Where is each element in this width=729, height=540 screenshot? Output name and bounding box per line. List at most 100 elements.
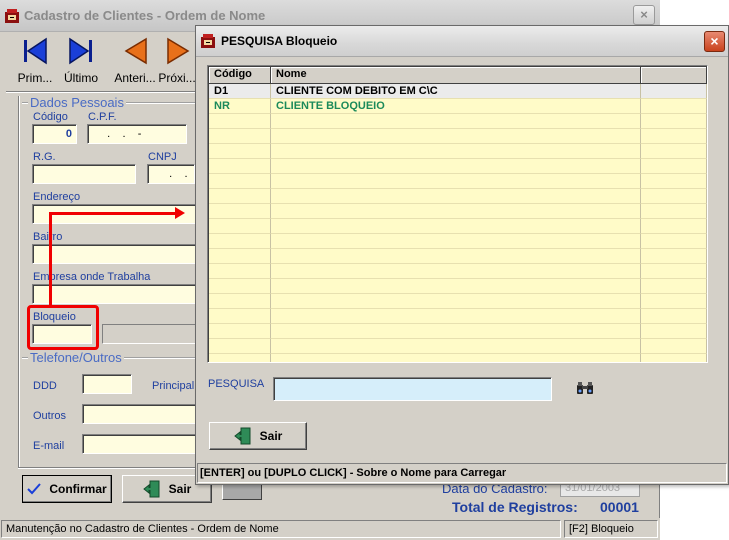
codigo-label: Código [33, 111, 68, 123]
app-icon [5, 9, 19, 23]
dados-pessoais-label: Dados Pessoais [28, 95, 126, 110]
confirmar-button[interactable]: Confirmar [22, 475, 112, 503]
bairro-label: Bairro [33, 231, 63, 243]
empty-cell [271, 144, 641, 159]
first-record-icon [24, 37, 47, 65]
empty-row [209, 189, 707, 204]
empty-cell [641, 204, 707, 219]
dialog-sair-label: Sair [259, 429, 283, 443]
dialog-close-button[interactable]: × [704, 31, 725, 52]
empty-row [209, 219, 707, 234]
empty-cell [641, 324, 707, 339]
checkmark-icon [27, 483, 42, 495]
endereco-label: Endereço [33, 191, 81, 203]
grid-header: Código Nome [209, 67, 707, 84]
annotation-arrow-line-horizontal [49, 212, 177, 215]
empty-cell [271, 279, 641, 294]
row-extra [641, 84, 707, 99]
empty-row [209, 264, 707, 279]
main-sair-label: Sair [168, 482, 192, 496]
table-row[interactable]: NR CLIENTE BLOQUEIO [209, 99, 707, 114]
next-record-label: Próxi... [158, 71, 196, 85]
empty-cell [209, 309, 271, 324]
bloqueio-description [102, 324, 196, 344]
empty-cell [271, 294, 641, 309]
empty-cell [641, 234, 707, 249]
empty-cell [641, 279, 707, 294]
empty-cell [641, 219, 707, 234]
empty-row [209, 354, 707, 362]
outros-label: Outros [33, 410, 67, 422]
empty-cell [641, 189, 707, 204]
cpf-label: C.P.F. [88, 111, 117, 123]
empty-cell [209, 219, 271, 234]
empty-cell [641, 129, 707, 144]
pesquisa-input[interactable] [273, 377, 552, 401]
next-record-button[interactable]: Próxi... [158, 36, 196, 90]
next-record-icon [167, 37, 190, 65]
exit-door-icon [233, 427, 251, 445]
email-field[interactable] [82, 434, 196, 454]
empty-cell [271, 189, 641, 204]
first-record-label: Prim... [17, 71, 53, 85]
column-header-codigo[interactable]: Código [209, 67, 271, 84]
panel-bottom-edge [18, 467, 198, 468]
empty-cell [641, 144, 707, 159]
empty-cell [209, 189, 271, 204]
principal-label: Principal [152, 380, 195, 392]
rg-label: R.G. [33, 151, 56, 163]
empty-cell [271, 264, 641, 279]
empty-row [209, 234, 707, 249]
last-record-button[interactable]: Último [58, 36, 104, 90]
dialog-app-icon [201, 34, 215, 48]
empty-row [209, 324, 707, 339]
previous-record-label: Anteri... [114, 71, 156, 85]
column-header-extra[interactable] [641, 67, 707, 84]
empty-row [209, 339, 707, 354]
cnpj-field[interactable]: . . [147, 164, 195, 184]
results-grid[interactable]: Código Nome D1 CLIENTE COM DEBITO EM C\C… [207, 65, 708, 363]
rg-field[interactable] [32, 164, 136, 184]
empty-cell [641, 159, 707, 174]
empty-cell [209, 234, 271, 249]
pesquisa-label: PESQUISA [208, 378, 265, 390]
row-nome: CLIENTE BLOQUEIO [271, 99, 641, 114]
empty-cell [209, 339, 271, 354]
empresa-field[interactable] [32, 284, 196, 304]
table-row[interactable]: D1 CLIENTE COM DEBITO EM C\C [209, 84, 707, 99]
empty-cell [209, 204, 271, 219]
empty-cell [271, 129, 641, 144]
column-header-nome[interactable]: Nome [271, 67, 641, 84]
empty-cell [641, 309, 707, 324]
empty-row [209, 114, 707, 129]
empty-cell [209, 264, 271, 279]
dialog-sair-button[interactable]: Sair [209, 422, 307, 450]
binoculars-search-button[interactable] [574, 377, 596, 399]
dialog-titlebar: PESQUISA Bloqueio × [196, 26, 728, 57]
main-window-title: Cadastro de Clientes - Ordem de Nome [24, 8, 266, 23]
outros-field[interactable] [82, 404, 196, 424]
last-record-icon [69, 37, 92, 65]
status-bar: Manutenção no Cadastro de Clientes - Ord… [0, 518, 660, 540]
empty-cell [271, 234, 641, 249]
first-record-button[interactable]: Prim... [12, 36, 58, 90]
empty-cell [641, 339, 707, 354]
empty-cell [209, 114, 271, 129]
codigo-field[interactable]: 0 [32, 124, 77, 144]
empty-cell [271, 114, 641, 129]
empty-cell [209, 174, 271, 189]
cpf-field[interactable]: . . - [87, 124, 187, 144]
previous-record-button[interactable]: Anteri... [112, 36, 158, 90]
empty-cell [271, 309, 641, 324]
ddd-field[interactable] [82, 374, 132, 394]
last-record-label: Último [63, 71, 98, 85]
empty-row [209, 129, 707, 144]
bairro-field[interactable] [32, 244, 196, 264]
empty-cell [209, 324, 271, 339]
ddd-label: DDD [33, 380, 57, 392]
main-close-button[interactable]: × [633, 5, 655, 25]
row-codigo: NR [209, 99, 271, 114]
empty-cell [209, 129, 271, 144]
cnpj-label: CNPJ [148, 151, 177, 163]
empty-cell [209, 354, 271, 362]
